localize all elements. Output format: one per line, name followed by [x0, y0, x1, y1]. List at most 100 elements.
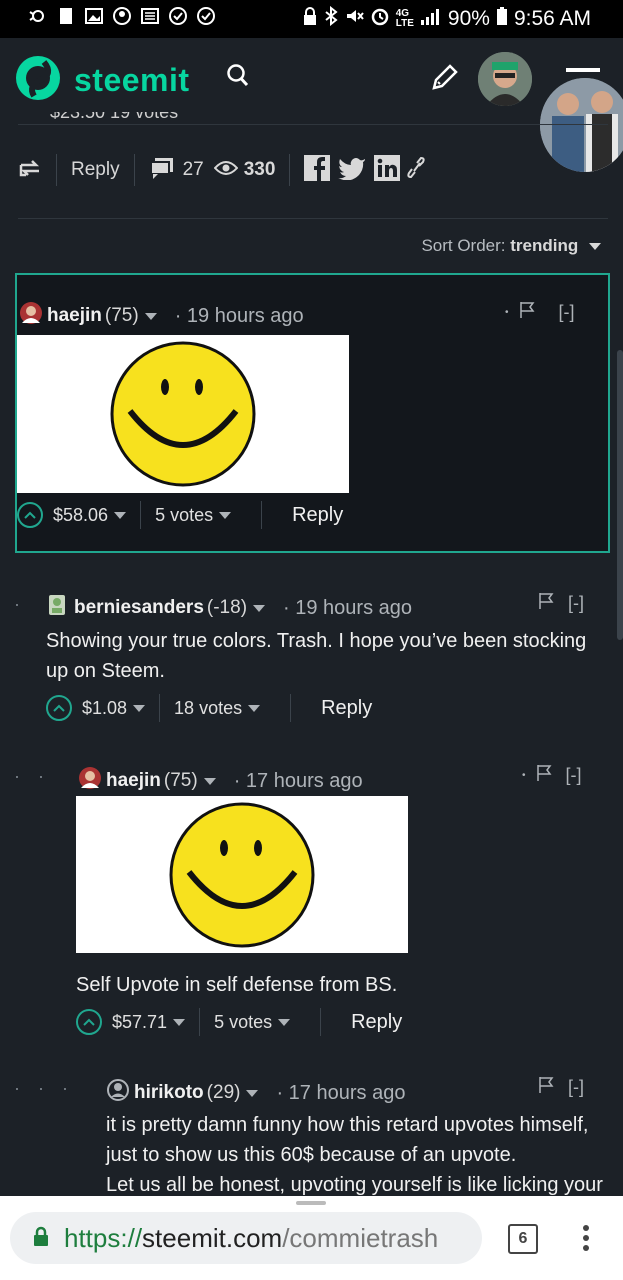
chevron-down-icon[interactable]	[253, 604, 266, 612]
chevron-down-icon[interactable]	[248, 704, 261, 712]
brand-name: steemit	[74, 62, 190, 98]
depth-indicator: ··	[14, 766, 62, 786]
divider	[290, 694, 292, 722]
reply-button[interactable]: Reply	[351, 1011, 402, 1034]
chevron-down-icon[interactable]	[246, 1089, 259, 1097]
sort-value[interactable]: trending	[510, 236, 578, 255]
lock-icon	[32, 1225, 50, 1252]
link-icon[interactable]	[406, 156, 426, 184]
eye-icon	[213, 160, 239, 181]
app-header: steemit	[0, 38, 623, 122]
divider	[261, 501, 263, 529]
reply-button[interactable]: Reply	[292, 504, 343, 527]
vote-count[interactable]: 5 votes	[214, 1012, 272, 1033]
avatar[interactable]	[78, 766, 102, 796]
dot: •	[505, 307, 509, 318]
collapse-button[interactable]: [-]	[559, 302, 575, 323]
url-scheme: https://	[64, 1222, 143, 1253]
comment-author[interactable]: haejin	[47, 305, 102, 327]
divider	[289, 154, 291, 186]
repost-icon[interactable]	[18, 157, 42, 184]
divider	[18, 218, 608, 219]
vote-count[interactable]: 5 votes	[155, 505, 213, 526]
comment-timestamp[interactable]: · 19 hours ago	[175, 305, 304, 328]
linkedin-icon[interactable]	[374, 154, 401, 186]
comment-count[interactable]: 27	[183, 159, 204, 181]
chevron-down-icon[interactable]	[144, 312, 157, 320]
payout-amount[interactable]: $1.08	[82, 698, 127, 719]
chevron-down-icon[interactable]	[114, 511, 127, 519]
sort-order-control[interactable]: Sort Order: trending	[421, 236, 601, 256]
post-actions-row: Reply 27 330	[18, 154, 426, 186]
tab-switcher-button[interactable]: 6	[508, 1224, 538, 1254]
chevron-down-icon[interactable]	[278, 1018, 291, 1026]
depth-indicator: ···	[14, 1078, 86, 1098]
comment-timestamp[interactable]: · 17 hours ago	[276, 1082, 405, 1105]
comments-icon	[149, 156, 175, 185]
lte-icon: 4G LTE	[395, 8, 414, 29]
twitter-icon[interactable]	[338, 156, 366, 185]
comment-author[interactable]: hirikoto	[134, 1082, 204, 1104]
upvote-icon[interactable]	[46, 695, 72, 721]
smiley-face-image	[76, 796, 408, 953]
divider	[159, 694, 161, 722]
search-icon[interactable]	[226, 63, 250, 94]
flag-icon[interactable]	[538, 1076, 554, 1099]
comment-tools: [-]	[538, 1076, 584, 1099]
mute-icon	[344, 6, 364, 32]
clock: 9:56 AM	[513, 7, 591, 30]
status-bar: 4G LTE 90% 9:56 AM	[0, 0, 623, 38]
payout-amount[interactable]: $57.71	[112, 1012, 167, 1033]
address-field[interactable]: https://steemit.com/commietrash	[10, 1212, 482, 1264]
flag-icon[interactable]	[538, 592, 554, 615]
more-options-icon[interactable]	[582, 1224, 590, 1257]
comment-timestamp[interactable]: · 19 hours ago	[283, 597, 412, 620]
divider	[133, 154, 135, 186]
user-avatar[interactable]	[478, 52, 532, 106]
chevron-down-icon	[589, 243, 601, 251]
divider	[18, 124, 608, 125]
sort-label: Sort Order:	[421, 236, 506, 255]
steemit-logo[interactable]: steemit	[14, 54, 190, 107]
pencil-icon[interactable]	[428, 62, 460, 99]
comment-author[interactable]: berniesanders	[74, 597, 204, 619]
drag-handle[interactable]	[296, 1201, 326, 1205]
avatar[interactable]	[48, 594, 66, 622]
author-reputation: (75)	[163, 770, 198, 791]
collapse-button[interactable]: [-]	[566, 765, 582, 786]
comment-timestamp[interactable]: · 17 hours ago	[234, 770, 363, 793]
comment: ·· haejin (75) · 17 hours ago • [-] Self…	[0, 756, 623, 1046]
reply-button[interactable]: Reply	[71, 159, 120, 181]
hamburger-menu-icon[interactable]	[566, 68, 600, 72]
chevron-down-icon[interactable]	[173, 1018, 186, 1026]
collapse-button[interactable]: [-]	[568, 1077, 584, 1098]
chevron-down-icon[interactable]	[203, 777, 216, 785]
flag-icon[interactable]	[536, 764, 552, 787]
avatar[interactable]	[19, 301, 43, 331]
flag-icon[interactable]	[519, 301, 535, 324]
scrollbar[interactable]	[617, 350, 623, 640]
lock-icon	[302, 6, 318, 32]
divider	[56, 154, 57, 186]
divider	[320, 1008, 322, 1036]
upvote-icon[interactable]	[76, 1009, 102, 1035]
url-text[interactable]: https://steemit.com/commietrash	[64, 1223, 438, 1254]
comment-tools: • [-]	[505, 301, 575, 324]
facebook-icon[interactable]	[304, 154, 331, 186]
comment-body: it is pretty damn funny how this retard …	[106, 1110, 611, 1200]
upvote-icon[interactable]	[17, 502, 43, 528]
image-notification-icon	[84, 6, 104, 26]
comment-body-line: just to show us this 60$ because of an u…	[106, 1144, 517, 1166]
chevron-down-icon[interactable]	[133, 704, 146, 712]
vote-count[interactable]: 18 votes	[174, 698, 242, 719]
reply-button[interactable]: Reply	[321, 697, 372, 720]
avatar[interactable]	[106, 1078, 130, 1108]
battery-icon	[496, 6, 508, 32]
collapse-button[interactable]: [-]	[568, 593, 584, 614]
vote-row: $58.06 5 votes Reply	[17, 501, 343, 529]
url-host: steemit.com	[142, 1222, 283, 1253]
payout-amount[interactable]: $58.06	[53, 505, 108, 526]
news-notification-icon	[140, 6, 160, 26]
chevron-down-icon[interactable]	[219, 511, 232, 519]
comment-author[interactable]: haejin	[106, 770, 161, 792]
